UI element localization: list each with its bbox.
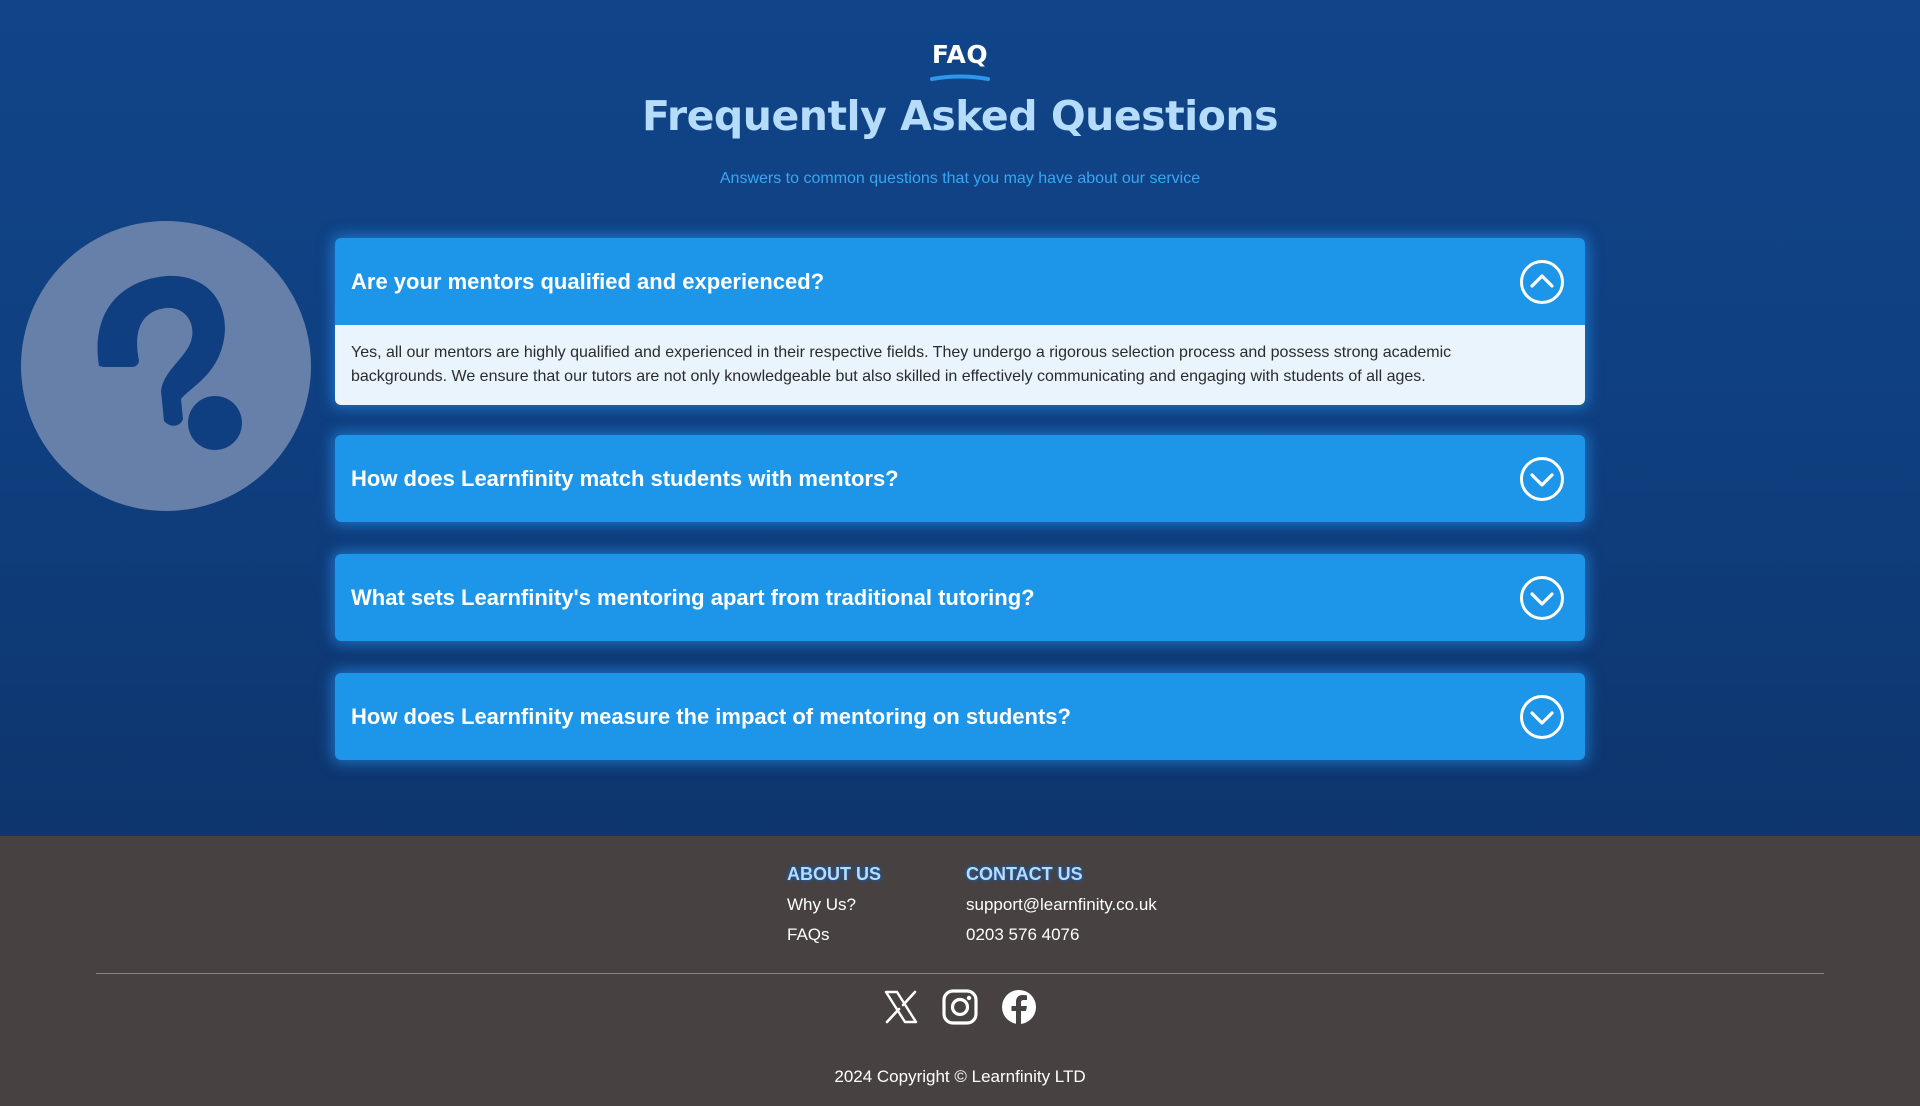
faqs-link[interactable]: FAQs (787, 925, 830, 945)
question-mark-illustration (21, 221, 311, 511)
page-subtitle: Answers to common questions that you may… (719, 170, 1201, 187)
chevron-down-icon[interactable] (1519, 694, 1565, 740)
why-us-link[interactable]: Why Us? (787, 895, 856, 915)
faq-item: Are your mentors qualified and experienc… (335, 238, 1585, 405)
faq-answer: Yes, all our mentors are highly qualifie… (335, 325, 1585, 405)
faq-item: How does Learnfinity measure the impact … (335, 673, 1585, 760)
faq-question-text: What sets Learnfinity's mentoring apart … (351, 584, 1035, 610)
faq-question-toggle[interactable]: What sets Learnfinity's mentoring apart … (335, 554, 1585, 641)
faq-question-toggle[interactable]: How does Learnfinity match students with… (335, 435, 1585, 522)
page-title: Frequently Asked Questions (642, 92, 1279, 140)
question-mark-icon (97, 275, 242, 450)
x-icon (884, 990, 918, 1024)
instagram-icon (942, 989, 978, 1025)
about-us-heading: ABOUT US (787, 864, 881, 884)
faq-item: What sets Learnfinity's mentoring apart … (335, 554, 1585, 641)
facebook-social-link[interactable] (1000, 988, 1038, 1026)
x-social-link[interactable] (882, 988, 920, 1026)
chevron-down-icon[interactable] (1519, 456, 1565, 502)
eyebrow-underline (930, 74, 990, 81)
chevron-down-icon[interactable] (1519, 575, 1565, 621)
faq-question-toggle[interactable]: How does Learnfinity measure the impact … (335, 673, 1585, 760)
footer-divider (96, 973, 1824, 974)
phone-link[interactable]: 0203 576 4076 (966, 925, 1079, 945)
facebook-icon (1002, 990, 1036, 1025)
instagram-social-link[interactable] (941, 988, 979, 1026)
faq-section: FAQ Frequently Asked Questions Answers t… (0, 0, 1920, 836)
faq-question-text: How does Learnfinity measure the impact … (351, 703, 1071, 729)
chevron-up-icon[interactable] (1519, 259, 1565, 305)
faq-question-toggle[interactable]: Are your mentors qualified and experienc… (335, 238, 1585, 325)
faq-question-text: How does Learnfinity match students with… (351, 465, 899, 491)
faq-item: How does Learnfinity match students with… (335, 435, 1585, 522)
support-email-link[interactable]: support@learnfinity.co.uk (966, 895, 1157, 915)
faq-eyebrow: FAQ (931, 40, 989, 69)
copyright-text: 2024 Copyright © Learnfinity LTD (834, 1067, 1086, 1086)
faq-question-text: Are your mentors qualified and experienc… (351, 268, 825, 294)
contact-us-heading: CONTACT US (966, 864, 1083, 884)
